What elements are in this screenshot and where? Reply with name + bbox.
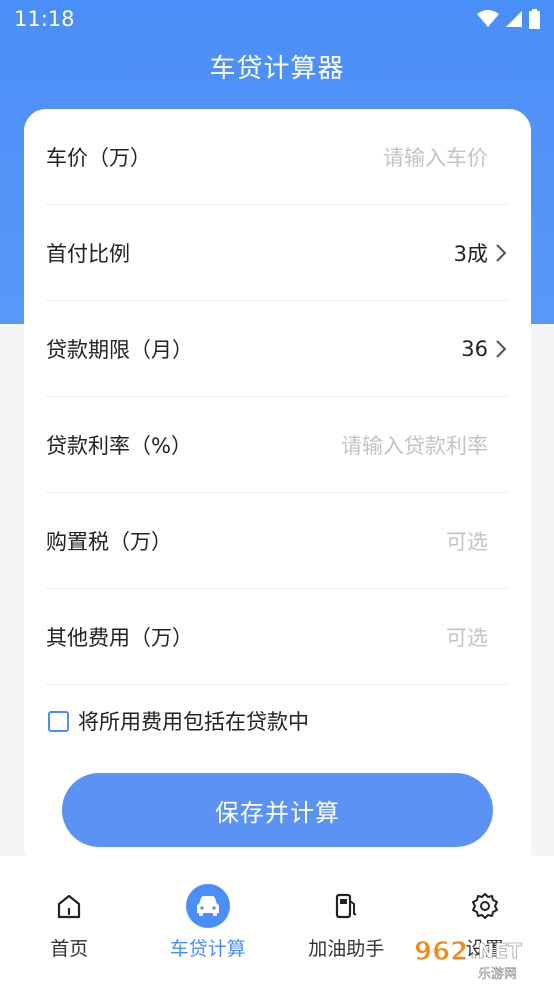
chevron-right-icon: [494, 242, 508, 264]
purchase-tax-input[interactable]: 可选: [446, 526, 488, 556]
down-payment-value: 3成: [453, 241, 488, 266]
tab-fuel-assistant-label: 加油助手: [308, 938, 385, 960]
chevron-right-icon: [494, 338, 508, 360]
loan-term-row[interactable]: 贷款期限（月） 36: [46, 301, 508, 397]
include-fees-label: 将所用费用包括在贷款中: [78, 710, 309, 734]
include-fees-checkbox[interactable]: [48, 710, 69, 732]
gear-icon: [463, 884, 507, 928]
tab-car-loan-label: 车贷计算: [169, 938, 246, 960]
loan-term-label: 贷款期限（月）: [46, 337, 193, 362]
down-payment-label: 首付比例: [46, 241, 130, 266]
car-icon: [185, 884, 230, 928]
signal-icon: [506, 11, 522, 27]
status-time: 11:18: [14, 7, 75, 31]
other-fees-row[interactable]: 其他费用（万） 可选: [46, 589, 508, 685]
interest-rate-label: 贷款利率（%）: [46, 433, 192, 458]
purchase-tax-label: 购置税（万）: [46, 529, 172, 554]
purchase-tax-row[interactable]: 购置税（万） 可选: [46, 493, 508, 589]
car-price-label: 车价（万）: [46, 145, 151, 170]
save-calculate-button[interactable]: 保存并计算: [62, 773, 493, 847]
watermark-logo: 962 .NET 乐游网: [414, 937, 523, 983]
other-fees-input[interactable]: 可选: [446, 622, 488, 652]
down-payment-row[interactable]: 首付比例 3成: [46, 205, 508, 301]
fuel-pump-icon: [324, 884, 368, 928]
car-price-input[interactable]: 请输入车价: [383, 142, 488, 172]
include-fees-option[interactable]: 将所用费用包括在贷款中: [48, 706, 309, 736]
svg-text:乐游网: 乐游网: [478, 967, 517, 982]
svg-text:.NET: .NET: [470, 939, 522, 963]
wifi-icon: [477, 10, 499, 27]
tab-home-label: 首页: [50, 938, 89, 960]
status-icons: [477, 9, 540, 29]
car-price-row[interactable]: 车价（万） 请输入车价: [46, 109, 508, 205]
svg-text:962: 962: [414, 937, 468, 967]
loan-term-value: 36: [461, 336, 488, 361]
other-fees-label: 其他费用（万）: [46, 625, 193, 650]
tab-car-loan[interactable]: 车贷计算: [139, 856, 278, 984]
interest-rate-input[interactable]: 请输入贷款利率: [341, 430, 488, 460]
tab-fuel-assistant[interactable]: 加油助手: [277, 856, 416, 984]
status-bar: 11:18: [0, 0, 554, 38]
battery-icon: [529, 9, 540, 29]
page-title: 车贷计算器: [209, 54, 345, 84]
interest-rate-row[interactable]: 贷款利率（%） 请输入贷款利率: [46, 397, 508, 493]
tab-home[interactable]: 首页: [0, 856, 139, 984]
home-icon: [47, 884, 91, 928]
loan-form-card: 车价（万） 请输入车价 首付比例 3成 贷款期限（月） 36 贷款利率（%） 请…: [24, 109, 531, 869]
